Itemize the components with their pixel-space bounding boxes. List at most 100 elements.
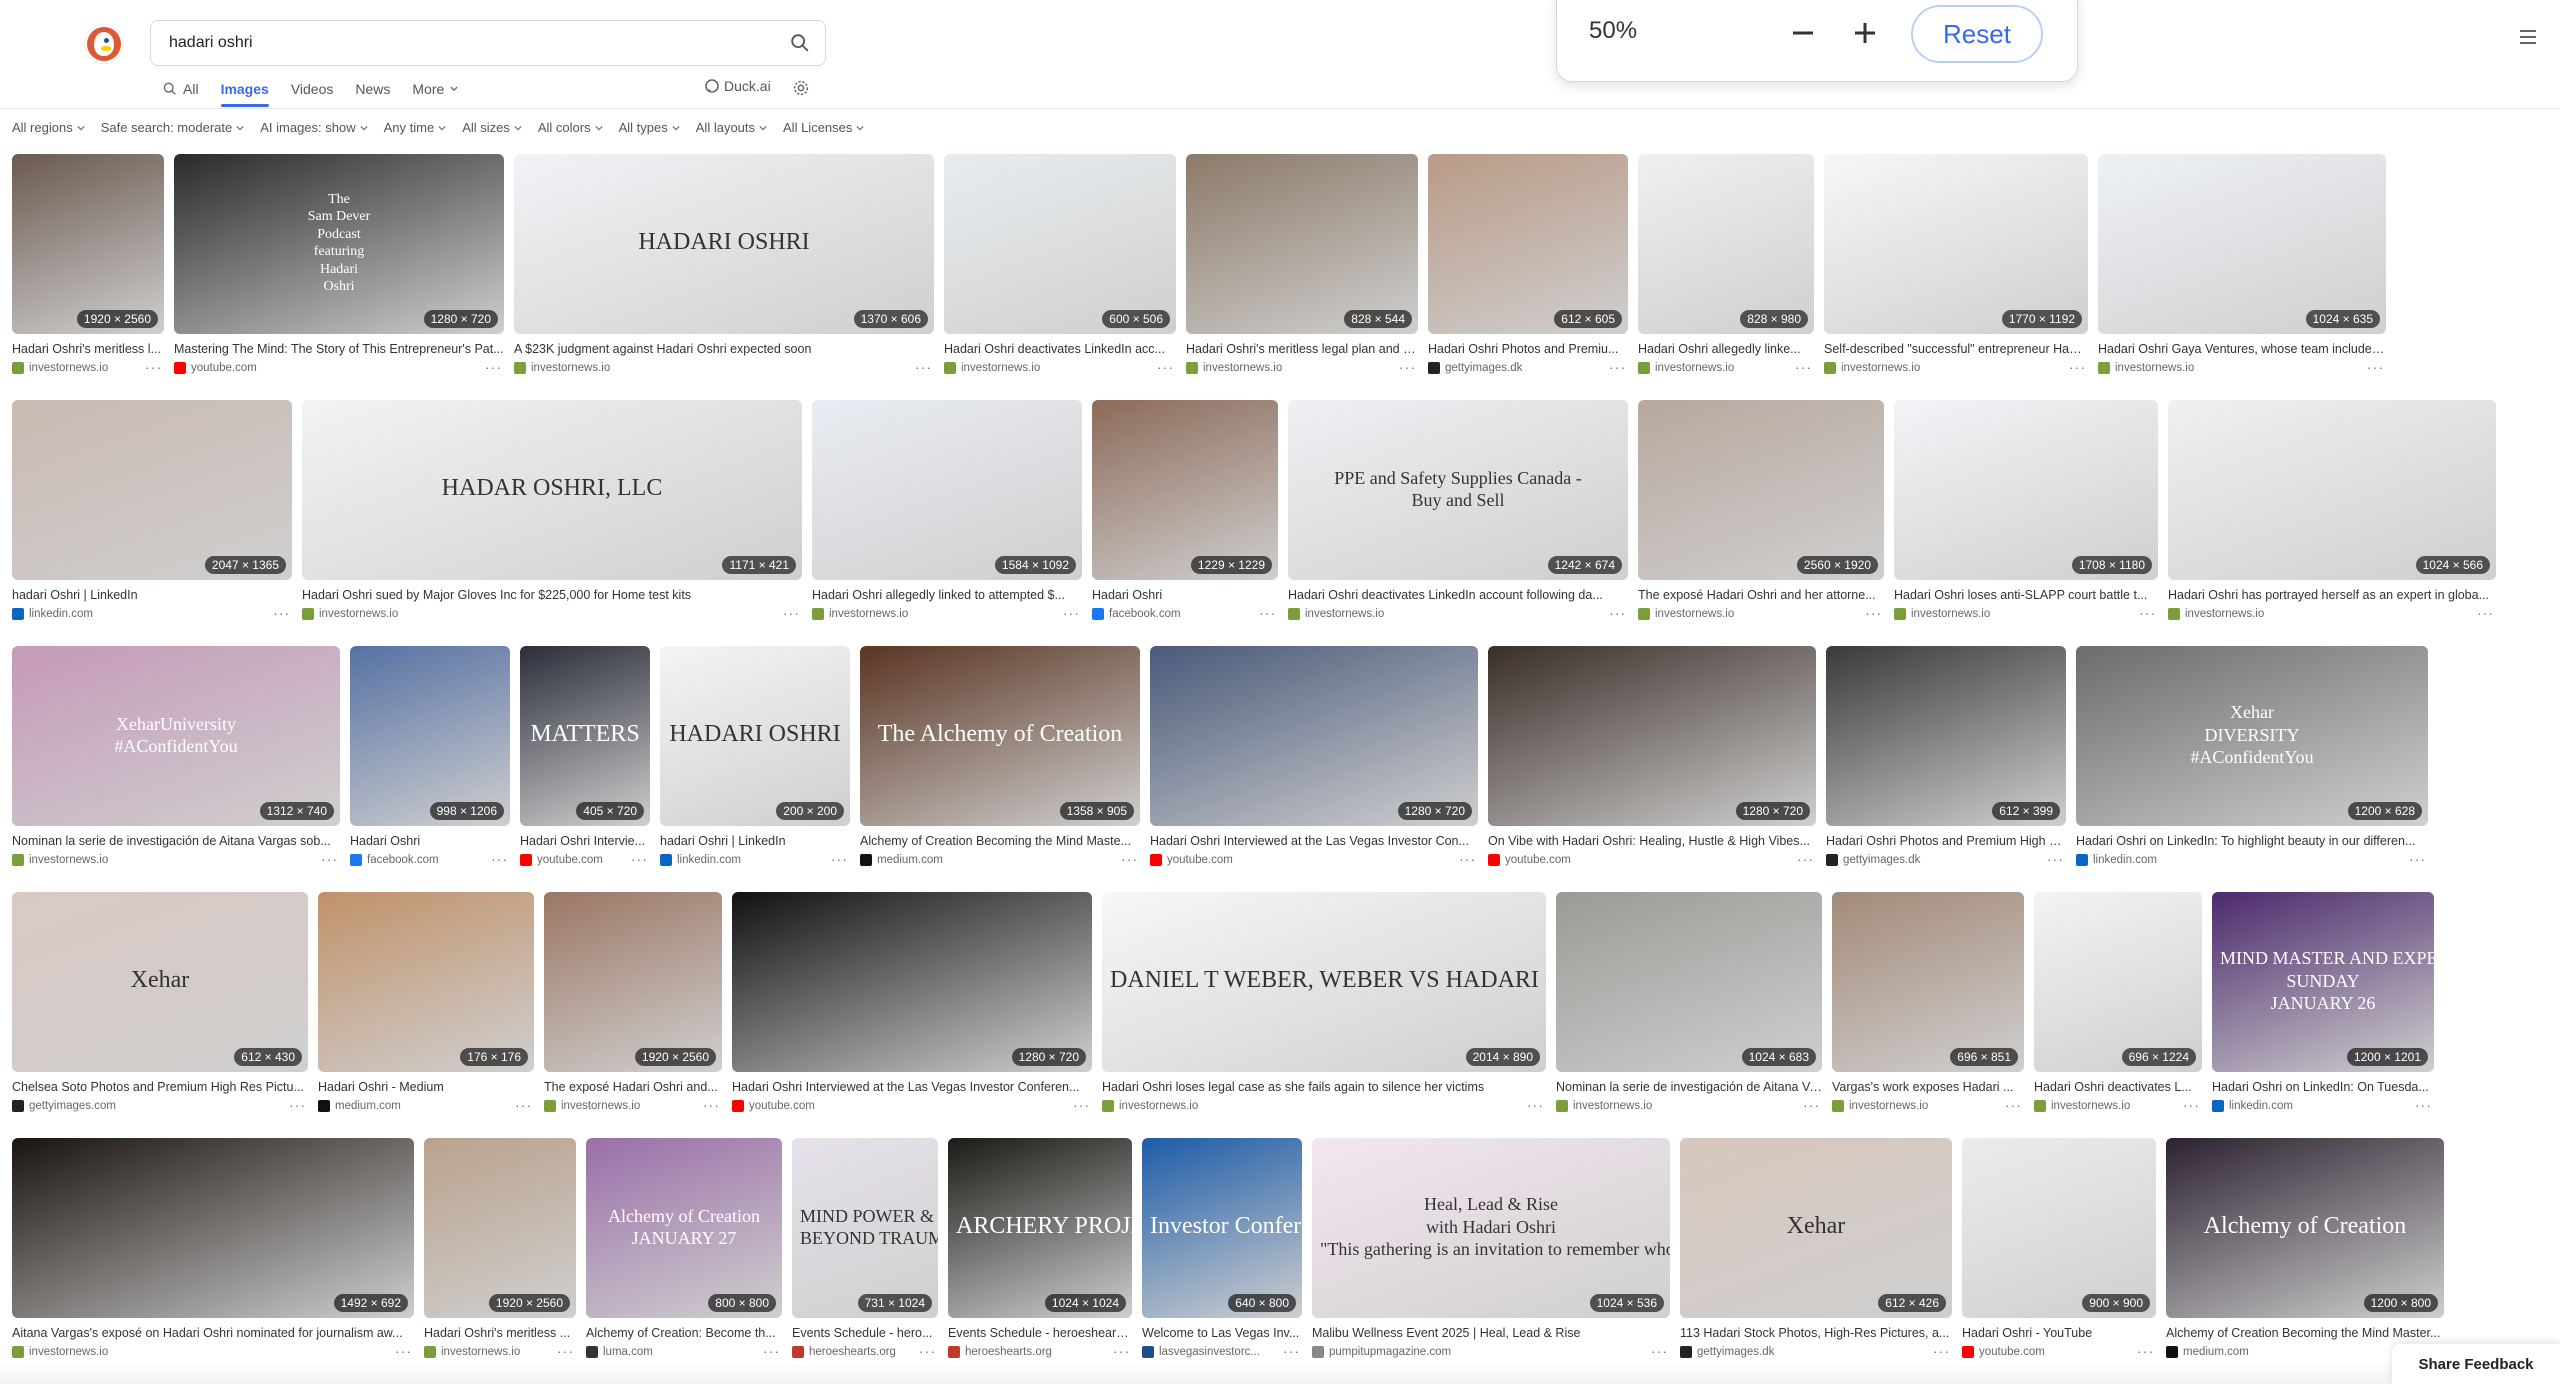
image-result[interactable]: 2560 × 1920 The exposé Hadari Oshri and h… [1638, 400, 1884, 638]
image-thumbnail[interactable]: 828 × 980 [1638, 154, 1814, 334]
image-thumbnail[interactable]: 900 × 900 [1962, 1138, 2156, 1318]
image-thumbnail[interactable]: 696 × 1224 [2034, 892, 2202, 1072]
filter-dropdown[interactable]: All regions [12, 120, 85, 135]
image-title[interactable]: Nominan la serie de investigación de Ait… [12, 834, 340, 848]
image-title[interactable]: Hadari Oshri [1092, 588, 1278, 602]
image-thumbnail[interactable]: 1584 × 1092 [812, 400, 1082, 580]
hamburger-menu-icon[interactable] [2520, 30, 2536, 44]
more-options-icon[interactable]: ··· [1527, 1097, 1544, 1113]
image-result[interactable]: Heal, Lead & Rise with Hadari Oshri "This … [1312, 1138, 1670, 1376]
image-thumbnail[interactable]: HADARI OSHRI 1370 × 606 [514, 154, 934, 334]
image-thumbnail[interactable]: 1024 × 683 [1556, 892, 1822, 1072]
duckduckgo-logo[interactable] [84, 24, 124, 64]
image-source[interactable]: medium.com [318, 1100, 401, 1112]
more-options-icon[interactable]: ··· [491, 851, 508, 867]
more-options-icon[interactable]: ··· [2139, 605, 2156, 621]
image-source[interactable]: medium.com [860, 854, 943, 866]
image-thumbnail[interactable]: Heal, Lead & Rise with Hadari Oshri "This … [1312, 1138, 1670, 1318]
tab-all[interactable]: All [162, 78, 199, 100]
image-title[interactable]: Hadari Oshri deactivates LinkedIn accoun… [1288, 588, 1628, 602]
image-result[interactable]: 696 × 1224 Hadari Oshri deactivates L... i… [2034, 892, 2202, 1130]
image-result[interactable]: The Alchemy of Creation 1358 × 905 Alchemy… [860, 646, 1140, 884]
image-source[interactable]: gettyimages.dk [1680, 1346, 1774, 1358]
tab-news[interactable]: News [355, 78, 390, 100]
image-source[interactable]: investornews.io [514, 362, 610, 374]
more-options-icon[interactable]: ··· [145, 359, 162, 375]
image-result[interactable]: Xehar 612 × 430 Chelsea Soto Photos and Pr… [12, 892, 308, 1130]
image-result[interactable]: DANIEL T WEBER, WEBER VS HADARI OSHRI 201… [1102, 892, 1546, 1130]
image-title[interactable]: Hadari Oshri [350, 834, 510, 848]
image-result[interactable]: 998 × 1206 Hadari Oshri facebook.com ··· [350, 646, 510, 884]
image-thumbnail[interactable]: Xehar 612 × 426 [1680, 1138, 1952, 1318]
more-options-icon[interactable]: ··· [2069, 359, 2086, 375]
image-title[interactable]: Hadari Oshri - YouTube [1962, 1326, 2156, 1340]
filter-dropdown[interactable]: All Licenses [783, 120, 865, 135]
more-options-icon[interactable]: ··· [2409, 851, 2426, 867]
image-source[interactable]: linkedin.com [2076, 854, 2157, 866]
filter-dropdown[interactable]: AI images: show [260, 120, 368, 135]
more-options-icon[interactable]: ··· [2005, 1097, 2022, 1113]
filter-dropdown[interactable]: Safe search: moderate [101, 120, 245, 135]
image-result[interactable]: 1584 × 1092 Hadari Oshri allegedly linked… [812, 400, 1082, 638]
image-result[interactable]: Investor Conference 640 × 800 Welcome to L… [1142, 1138, 1302, 1376]
image-source[interactable]: investornews.io [544, 1100, 640, 1112]
search-icon[interactable] [789, 32, 811, 54]
image-title[interactable]: hadari Oshri | LinkedIn [660, 834, 850, 848]
image-thumbnail[interactable]: PPE and Safety Supplies Canada - Buy and … [1288, 400, 1628, 580]
more-options-icon[interactable]: ··· [557, 1343, 574, 1359]
more-options-icon[interactable]: ··· [2477, 605, 2494, 621]
image-title[interactable]: Hadari Oshri Interviewed at the Las Vega… [732, 1080, 1092, 1094]
image-thumbnail[interactable]: 612 × 399 [1826, 646, 2066, 826]
image-title[interactable]: Hadari Oshri Intervie... [520, 834, 650, 848]
image-source[interactable]: gettyimages.com [12, 1100, 116, 1112]
image-thumbnail[interactable]: Xehar 612 × 430 [12, 892, 308, 1072]
image-title[interactable]: Hadari Oshri on LinkedIn: On Tuesda... [2212, 1080, 2434, 1094]
image-source[interactable]: investornews.io [1832, 1100, 1928, 1112]
image-source[interactable]: lasvegasinvestorc... [1142, 1346, 1260, 1358]
image-source[interactable]: youtube.com [732, 1100, 815, 1112]
image-source[interactable]: linkedin.com [660, 854, 741, 866]
more-options-icon[interactable]: ··· [1933, 1343, 1950, 1359]
image-title[interactable]: The exposé Hadari Oshri and her attorne.… [1638, 588, 1884, 602]
more-options-icon[interactable]: ··· [1259, 605, 1276, 621]
image-source[interactable]: investornews.io [1186, 362, 1282, 374]
image-thumbnail[interactable]: 2560 × 1920 [1638, 400, 1884, 580]
image-source[interactable]: investornews.io [12, 362, 108, 374]
filter-dropdown[interactable]: Any time [384, 120, 447, 135]
image-title[interactable]: Hadari Oshri Interviewed at the Las Vega… [1150, 834, 1478, 848]
image-source[interactable]: investornews.io [302, 608, 398, 620]
image-source[interactable]: youtube.com [174, 362, 257, 374]
image-source[interactable]: investornews.io [1638, 608, 1734, 620]
more-options-icon[interactable]: ··· [915, 359, 932, 375]
image-thumbnail[interactable]: The Sam Dever Podcast featuring Hadari Oshri 1… [174, 154, 504, 334]
image-source[interactable]: heroeshearts.org [792, 1346, 896, 1358]
image-thumbnail[interactable]: 612 × 605 [1428, 154, 1628, 334]
image-result[interactable]: MIND POWER & RISINGBEYOND TRAUMA 731 × 10… [792, 1138, 938, 1376]
image-title[interactable]: 113 Hadari Stock Photos, High-Res Pictur… [1680, 1326, 1952, 1340]
zoom-reset-button[interactable]: Reset [1911, 5, 2043, 63]
image-thumbnail[interactable]: 1492 × 692 [12, 1138, 414, 1318]
image-source[interactable]: gettyimages.dk [1826, 854, 1920, 866]
filter-dropdown[interactable]: All sizes [462, 120, 522, 135]
more-options-icon[interactable]: ··· [2367, 359, 2384, 375]
image-result[interactable]: MATTERS 405 × 720 Hadari Oshri Intervie...… [520, 646, 650, 884]
image-result[interactable]: Xehar 612 × 426 113 Hadari Stock Photos, H… [1680, 1138, 1952, 1376]
image-thumbnail[interactable]: 696 × 851 [1832, 892, 2024, 1072]
more-options-icon[interactable]: ··· [919, 1343, 936, 1359]
image-thumbnail[interactable]: 1920 × 2560 [12, 154, 164, 334]
more-options-icon[interactable]: ··· [273, 605, 290, 621]
filter-dropdown[interactable]: All colors [538, 120, 603, 135]
image-thumbnail[interactable]: 2047 × 1365 [12, 400, 292, 580]
image-result[interactable]: 1229 × 1229 Hadari Oshri facebook.com ··· [1092, 400, 1278, 638]
image-source[interactable]: medium.com [2166, 1346, 2249, 1358]
image-source[interactable]: youtube.com [1150, 854, 1233, 866]
image-thumbnail[interactable]: 1280 × 720 [1488, 646, 1816, 826]
image-thumbnail[interactable]: 1229 × 1229 [1092, 400, 1278, 580]
image-result[interactable]: Xehar DIVERSITY #AConfidentYou 1200 × 628 Ha… [2076, 646, 2428, 884]
image-title[interactable]: Vargas's work exposes Hadari ... [1832, 1080, 2024, 1094]
share-feedback-button[interactable]: Share Feedback [2392, 1344, 2560, 1384]
more-options-icon[interactable]: ··· [2415, 1097, 2432, 1113]
image-result[interactable]: PPE and Safety Supplies Canada - Buy and … [1288, 400, 1628, 638]
more-options-icon[interactable]: ··· [1399, 359, 1416, 375]
more-options-icon[interactable]: ··· [2183, 1097, 2200, 1113]
